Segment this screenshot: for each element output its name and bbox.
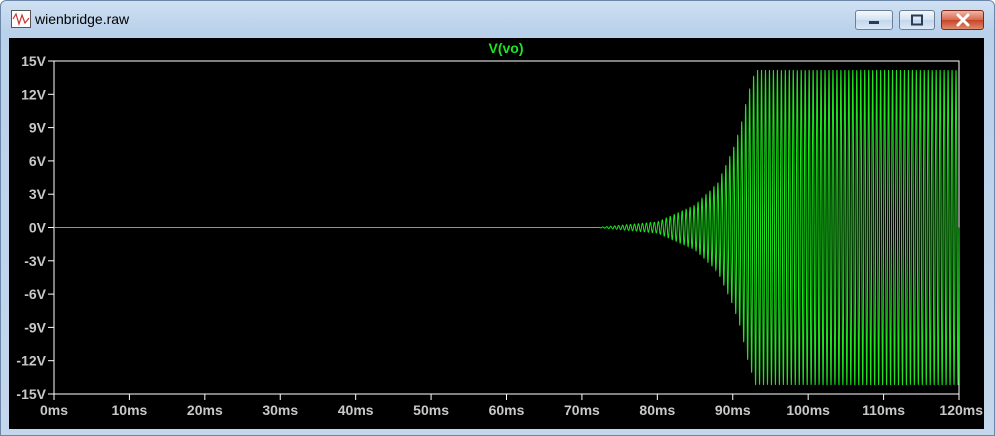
- minimize-icon: [869, 21, 879, 24]
- x-tick-label: 20ms: [187, 402, 223, 418]
- x-tick-label: 100ms: [786, 402, 830, 418]
- y-tick-label: -12V: [16, 353, 46, 369]
- x-tick-label: 60ms: [489, 402, 525, 418]
- y-tick-label: 9V: [29, 120, 47, 136]
- y-tick-label: -15V: [16, 386, 46, 402]
- x-tick-label: 90ms: [715, 402, 751, 418]
- x-tick-label: 10ms: [112, 402, 148, 418]
- y-tick-label: -6V: [24, 286, 46, 302]
- x-tick-label: 80ms: [639, 402, 675, 418]
- trace-v-vo: [54, 69, 960, 386]
- window: wienbridge.raw 15V 12V 9V 6V 3V 0V -3V -6V -9V -1…: [0, 0, 995, 436]
- y-tick-label: -3V: [24, 253, 46, 269]
- x-tick-label: 110ms: [862, 402, 905, 418]
- window-title: wienbridge.raw: [35, 11, 130, 27]
- y-tick-label: 0V: [29, 220, 47, 236]
- plot-pane[interactable]: 15V 12V 9V 6V 3V 0V -3V -6V -9V -12V -15V 0ms 10ms 20…: [9, 38, 984, 429]
- title-bar[interactable]: wienbridge.raw: [1, 1, 994, 37]
- y-tick-label: 15V: [21, 53, 47, 69]
- y-tick-label: 12V: [21, 86, 47, 102]
- x-tick-label: 30ms: [262, 402, 298, 418]
- maximize-button[interactable]: [899, 10, 935, 30]
- waveform-chart[interactable]: 15V 12V 9V 6V 3V 0V -3V -6V -9V -12V -15V0ms 10ms 20…: [9, 38, 984, 429]
- y-tick-label: -9V: [24, 319, 46, 335]
- x-tick-label: 70ms: [564, 402, 600, 418]
- x-tick-label: 0ms: [40, 402, 68, 418]
- trace-label[interactable]: V(vo): [489, 40, 524, 56]
- close-icon: [956, 13, 969, 27]
- y-tick-label: 6V: [29, 153, 47, 169]
- maximize-icon: [911, 14, 923, 26]
- minimize-button[interactable]: [855, 10, 893, 30]
- close-button[interactable]: [941, 10, 984, 30]
- waveform-app-icon: [11, 10, 31, 28]
- x-tick-label: 120ms: [939, 402, 983, 418]
- y-tick-label: 3V: [29, 186, 47, 202]
- x-tick-label: 50ms: [413, 402, 449, 418]
- x-tick-label: 40ms: [338, 402, 374, 418]
